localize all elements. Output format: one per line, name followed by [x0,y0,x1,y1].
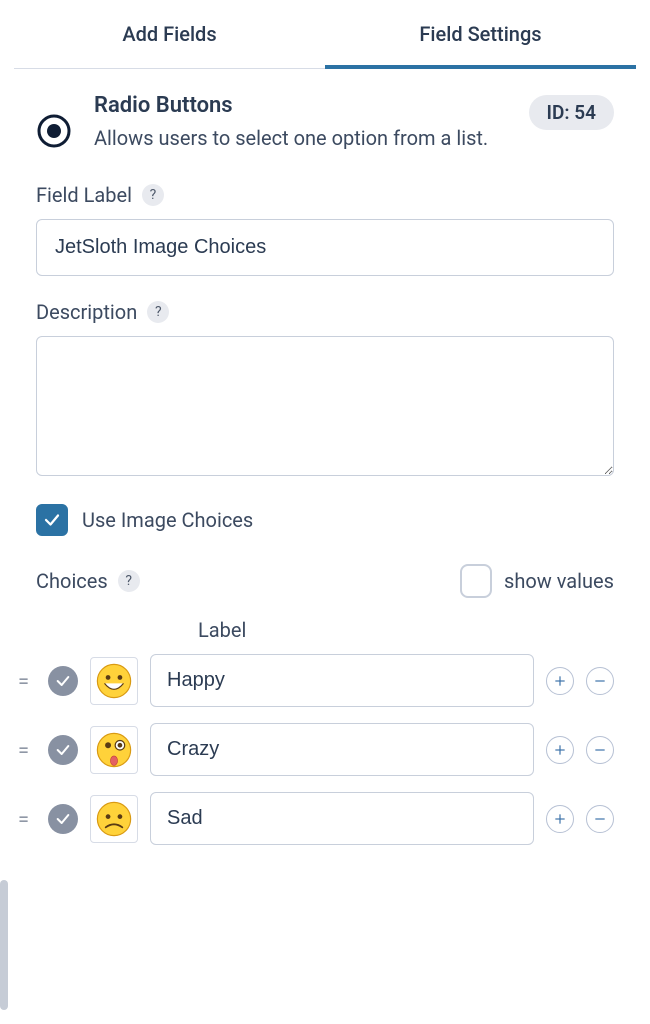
description-input[interactable] [36,336,614,476]
choice-image-thumb[interactable] [90,795,138,843]
use-image-choices-label: Use Image Choices [82,508,253,532]
choice-image-thumb[interactable] [90,657,138,705]
choice-image-thumb[interactable] [90,726,138,774]
use-image-choices-checkbox[interactable] [36,504,68,536]
choice-default-toggle[interactable] [48,666,78,696]
choice-row: = [36,723,614,776]
fieldtype-description: Allows users to select one option from a… [94,124,504,153]
help-icon[interactable]: ? [147,301,169,323]
tab-add-fields[interactable]: Add Fields [14,0,325,68]
choice-default-toggle[interactable] [48,804,78,834]
choice-label-input[interactable] [150,654,534,707]
choice-row: = [36,654,614,707]
field-label-heading: Field Label [36,183,132,207]
field-label-input[interactable] [36,219,614,276]
drag-handle-icon[interactable]: = [18,814,36,824]
choice-label-input[interactable] [150,792,534,845]
show-values-checkbox[interactable] [460,564,492,598]
fieldtype-header: Radio Buttons Allows users to select one… [36,93,614,153]
choices-heading: Choices [36,569,108,593]
choice-column-header: Label [198,618,614,642]
field-id-badge: ID: 54 [529,95,614,130]
choice-row: = [36,792,614,845]
choice-default-toggle[interactable] [48,735,78,765]
choice-label-input[interactable] [150,723,534,776]
tab-field-settings[interactable]: Field Settings [325,0,636,68]
add-choice-button[interactable] [546,667,574,695]
add-choice-button[interactable] [546,805,574,833]
remove-choice-button[interactable] [586,667,614,695]
radio-button-icon [36,113,72,149]
drag-handle-icon[interactable]: = [18,745,36,755]
add-choice-button[interactable] [546,736,574,764]
help-icon[interactable]: ? [142,184,164,206]
scrollbar-thumb[interactable] [0,880,8,1010]
fieldtype-title: Radio Buttons [94,93,504,118]
help-icon[interactable]: ? [118,570,140,592]
remove-choice-button[interactable] [586,736,614,764]
remove-choice-button[interactable] [586,805,614,833]
show-values-label: show values [504,569,614,593]
drag-handle-icon[interactable]: = [18,676,36,686]
description-heading: Description [36,300,137,324]
